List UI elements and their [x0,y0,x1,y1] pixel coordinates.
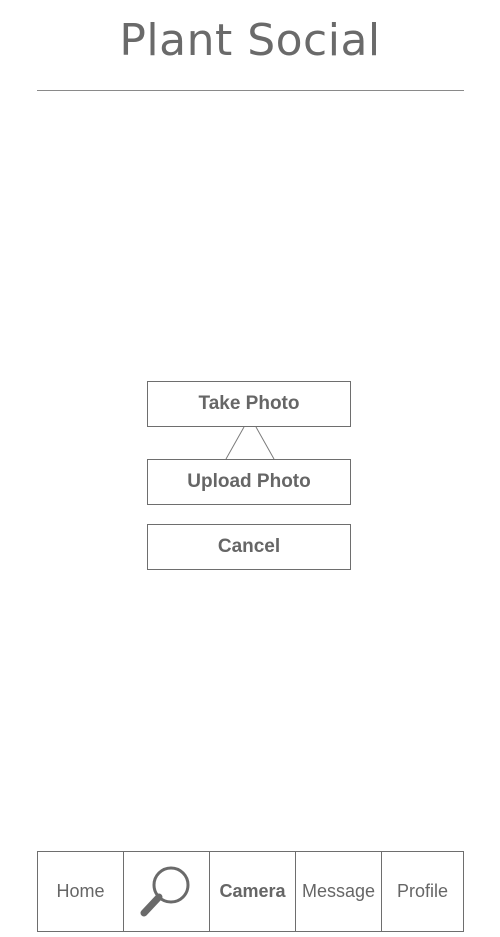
cancel-button[interactable]: Cancel [147,524,351,570]
menu-connector [225,426,275,460]
nav-item-home[interactable]: Home [38,852,124,931]
search-icon [138,863,196,921]
upload-photo-button[interactable]: Upload Photo [147,459,351,505]
page-title: Plant Social [119,15,381,66]
nav-item-camera[interactable]: Camera [210,852,296,931]
nav-item-profile[interactable]: Profile [382,852,463,931]
nav-item-search[interactable] [124,852,210,931]
bottom-nav: Home Camera Message Profile [37,851,464,932]
take-photo-button[interactable]: Take Photo [147,381,351,427]
nav-item-message[interactable]: Message [296,852,382,931]
title-divider [37,90,464,91]
